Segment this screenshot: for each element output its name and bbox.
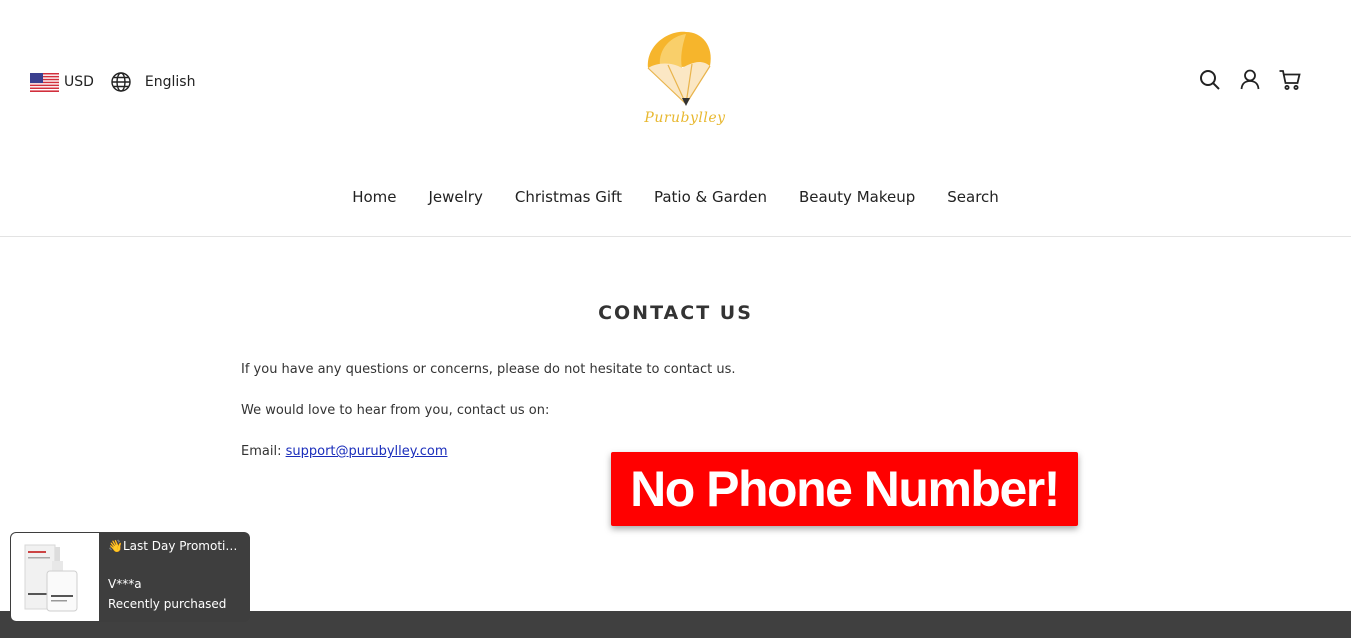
locale-switcher: USD English — [30, 72, 195, 92]
main-navigation: Home Jewelry Christmas Gift Patio & Gard… — [0, 188, 1351, 206]
popup-title: 👋Last Day Promotion... — [108, 539, 244, 553]
serum-product-image — [24, 544, 78, 612]
nav-item-christmas-gift[interactable]: Christmas Gift — [515, 188, 622, 206]
recent-purchase-popup[interactable]: 👋Last Day Promotion... V***a Recently pu… — [10, 532, 250, 622]
nav-item-search[interactable]: Search — [947, 188, 999, 206]
search-icon[interactable] — [1198, 68, 1222, 92]
us-flag-icon[interactable] — [30, 72, 59, 92]
no-phone-annotation: No Phone Number! — [611, 452, 1078, 526]
user-icon[interactable] — [1238, 68, 1262, 92]
site-logo[interactable]: Purubylley — [640, 28, 730, 132]
annotation-text: No Phone Number! — [630, 461, 1060, 517]
purchase-status: Recently purchased — [108, 597, 227, 611]
parachute-logo-icon — [647, 31, 711, 106]
language-selector[interactable]: English — [145, 74, 196, 90]
header-actions — [1198, 68, 1302, 92]
cart-icon[interactable] — [1278, 68, 1302, 92]
nav-item-home[interactable]: Home — [352, 188, 396, 206]
product-thumbnail — [11, 533, 99, 621]
globe-icon[interactable] — [111, 72, 131, 92]
nav-item-jewelry[interactable]: Jewelry — [428, 188, 482, 206]
nav-item-beauty-makeup[interactable]: Beauty Makeup — [799, 188, 915, 206]
email-link[interactable]: support@purubylley.com — [286, 444, 448, 459]
site-header: USD English Purubylley Home Jewelry Chri… — [0, 0, 1351, 237]
contact-paragraph-intro: If you have any questions or concerns, p… — [241, 362, 736, 377]
nav-item-patio-garden[interactable]: Patio & Garden — [654, 188, 767, 206]
email-label: Email: — [241, 444, 286, 459]
contact-email-line: Email: support@purubylley.com — [241, 444, 447, 459]
page-title: CONTACT US — [598, 302, 753, 324]
currency-selector[interactable]: USD — [64, 74, 94, 90]
contact-paragraph-invite: We would love to hear from you, contact … — [241, 403, 550, 418]
logo-wordmark: Purubylley — [644, 110, 726, 126]
buyer-name: V***a — [108, 577, 142, 591]
